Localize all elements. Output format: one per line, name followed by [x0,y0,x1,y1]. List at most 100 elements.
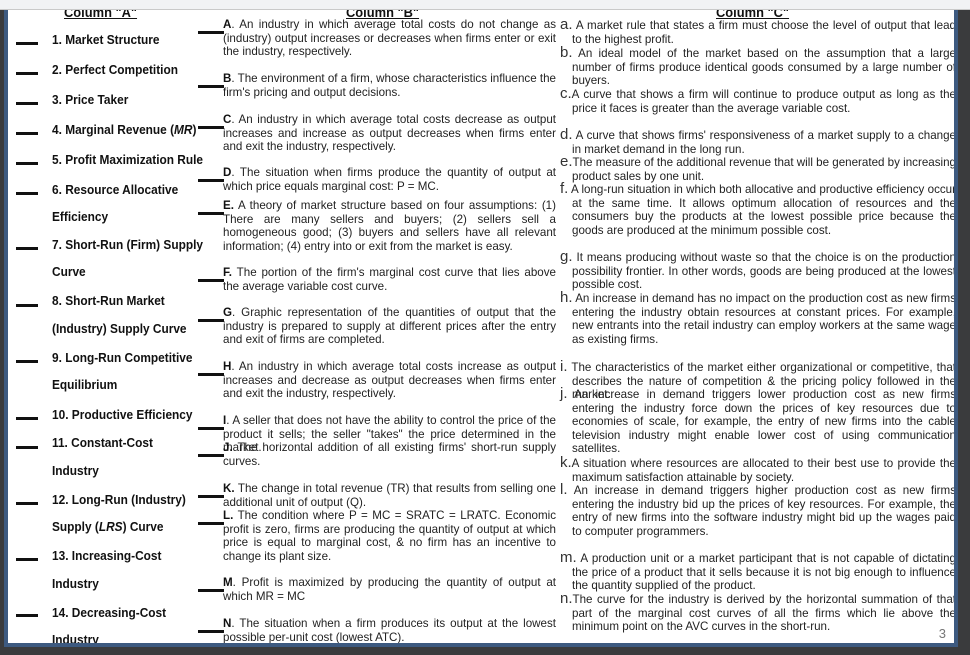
definition-text: It means producing without waste so that… [572,251,956,292]
term-label: 10. Productive Efficiency [52,407,193,422]
definition-letter: K. [223,482,235,495]
answer-blank[interactable] [16,417,38,420]
term-label: 11. Constant-Cost [52,435,153,450]
answer-blank[interactable] [16,446,38,449]
definition-text: An increase in demand has no impact on t… [572,292,956,346]
answer-blank[interactable] [16,132,38,135]
definition-item: E. A theory of market structure based on… [223,199,556,253]
definition-text: The change in total revenue (TR) that re… [223,482,556,509]
answer-blank[interactable] [198,319,224,322]
term-label-continued: Industry [52,576,99,591]
answer-blank[interactable] [16,360,38,363]
document-page: Column "A" Column "B" Column "C" 1. Mark… [4,10,958,647]
answer-blank[interactable] [198,85,224,88]
definition-text: A long-run situation in which both alloc… [568,183,956,237]
definition-text: A curve that shows firms' responsiveness… [572,129,956,156]
definition-letter: l. [560,481,568,498]
answer-blank[interactable] [16,162,38,165]
definition-letter: b. [560,44,573,61]
definition-letter: i. [560,358,568,375]
definition-item: N. The situation when a firm produces it… [223,617,556,643]
definition-item: a. A market rule that states a firm must… [560,17,956,46]
definition-text: The portion of the firm's marginal cost … [223,266,556,293]
definition-item: C. An industry in which average total co… [223,113,556,154]
definition-item: D. The situation when firms produce the … [223,166,556,193]
answer-blank[interactable] [198,495,224,498]
definition-letter: k. [560,454,572,471]
answer-blank[interactable] [198,630,224,633]
definition-text: The condition where P = MC = SRATC = LRA… [223,509,556,563]
definition-letter: h. [560,289,573,306]
answer-blank[interactable] [16,72,38,75]
definition-letter: m. [560,549,577,566]
definition-item: e.The measure of the additional revenue … [560,154,954,183]
definition-letter: J. [223,441,233,454]
definition-item: n.The curve for the industry is derived … [560,591,956,634]
definition-text: A production unit or a market participan… [572,552,956,593]
definition-text: A theory of market structure based on fo… [223,199,556,253]
term-label-continued: Supply (LRS) Curve [52,519,164,534]
definition-letter: M [223,576,233,589]
answer-blank[interactable] [16,102,38,105]
definition-item: j. An increase in demand triggers lower … [560,385,956,456]
definition-text: . An industry in which average total cos… [223,360,556,401]
answer-blank[interactable] [198,373,224,376]
answer-blank[interactable] [198,427,224,430]
definition-letter: E. [223,199,234,212]
definition-letter: d. [560,126,573,143]
answer-blank[interactable] [198,589,224,592]
answer-blank[interactable] [198,212,224,215]
term-label: 12. Long-Run (Industry) [52,492,186,507]
definition-item: G. Graphic representation of the quantit… [223,306,556,347]
definition-letter: c. [560,85,572,102]
answer-blank[interactable] [16,192,38,195]
term-label: 3. Price Taker [52,92,129,107]
definition-letter: F. [223,266,233,279]
column-a-header: Column "A" [64,10,138,20]
answer-blank[interactable] [198,179,224,182]
term-label: 1. Market Structure [52,32,160,47]
definition-text: An increase in demand triggers higher pr… [567,484,956,538]
definition-item: l. An increase in demand triggers higher… [560,481,956,538]
definition-item: h. An increase in demand has no impact o… [560,289,956,346]
definition-letter: G [223,306,233,319]
answer-blank[interactable] [16,502,38,505]
definition-item: g. It means producing without waste so t… [560,248,956,292]
definition-letter: g. [560,248,573,265]
definition-item: J. The horizontal addition of all existi… [223,441,556,468]
term-label-continued: Industry [52,463,99,478]
definition-item: d. A curve that shows firms' responsiven… [560,126,956,156]
definition-letter: L. [223,509,234,522]
viewer-top-bar [0,0,970,10]
definition-item: f. A long-run situation in which both al… [560,181,956,237]
definition-item: M. Profit is maximized by producing the … [223,576,556,603]
answer-blank[interactable] [16,42,38,45]
term-label: 8. Short-Run Market [52,293,165,308]
term-label-continued: Industry [52,632,99,647]
answer-blank[interactable] [198,522,224,525]
definition-text: An ideal model of the market based on th… [572,47,956,88]
definition-item: c.A curve that shows a firm will continu… [560,85,954,115]
definition-text: A market rule that states a firm must ch… [572,19,956,46]
definition-letter: j. [560,385,568,402]
definition-text: . Graphic representation of the quantiti… [223,306,556,347]
definition-item: F. The portion of the firm's marginal co… [223,266,556,293]
definition-text: . The environment of a firm, whose chara… [223,72,556,99]
definition-item: m. A production unit or a market partici… [560,549,956,593]
answer-blank[interactable] [16,614,38,617]
answer-blank[interactable] [16,304,38,307]
page-number: 3 [938,626,946,641]
term-label: 9. Long-Run Competitive [52,350,193,365]
term-label: 13. Increasing-Cost [52,548,162,563]
term-label: 5. Profit Maximization Rule [52,152,204,167]
answer-blank[interactable] [198,31,224,34]
term-label-continued: Efficiency [52,209,109,224]
term-label: 4. Marginal Revenue (MR) [52,122,197,137]
answer-blank[interactable] [198,279,224,282]
answer-blank[interactable] [16,247,38,250]
answer-blank[interactable] [198,126,224,129]
definition-text: An increase in demand triggers lower pro… [567,388,956,456]
answer-blank[interactable] [16,558,38,561]
answer-blank[interactable] [198,454,224,457]
definition-text: The curve for the industry is derived by… [572,593,956,634]
